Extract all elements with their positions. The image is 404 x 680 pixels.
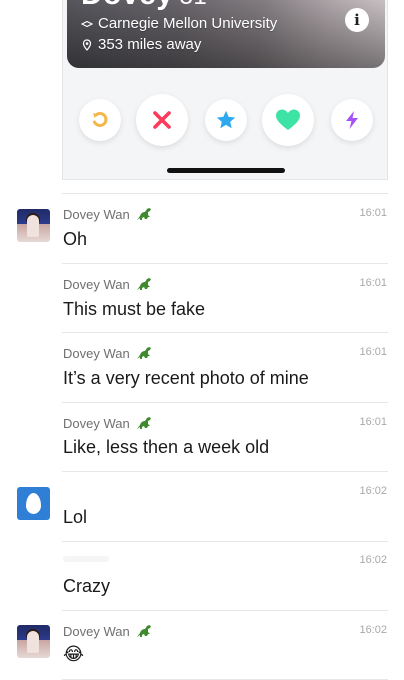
message-divider: [62, 263, 388, 264]
info-button[interactable]: i: [345, 8, 369, 32]
sender-row: Dovey Wan: [63, 624, 153, 639]
profile-age: 31: [180, 0, 208, 10]
sender-row: Dovey Wan: [63, 207, 153, 222]
sender-placeholder: [63, 556, 109, 562]
message-time: 16:02: [359, 554, 387, 566]
sender-name: Dovey Wan: [63, 277, 130, 292]
profile-name: Dovey31: [81, 0, 207, 12]
message-time: 16:01: [359, 207, 387, 219]
avatar[interactable]: [17, 625, 50, 658]
profile-photo: Dovey31 Carnegie Mellon University 353 m…: [67, 0, 385, 68]
lightning-icon: [346, 111, 358, 129]
school-icon: [81, 20, 93, 27]
message-divider: [62, 193, 388, 194]
message-time: 16:02: [359, 485, 387, 497]
sender-name: Dovey Wan: [63, 624, 130, 639]
dinosaur-emoji-icon: [136, 417, 151, 429]
dinosaur-emoji-icon: [136, 208, 151, 220]
home-indicator: [167, 168, 285, 173]
sender-row: Dovey Wan: [63, 416, 153, 431]
dinosaur-emoji-icon: [136, 278, 151, 290]
rewind-icon: [93, 112, 108, 127]
sender-name: Dovey Wan: [63, 207, 130, 222]
heart-icon: [276, 109, 300, 130]
distance-text: 353 miles away: [98, 36, 202, 53]
info-icon: i: [354, 11, 360, 29]
dinosaur-emoji-icon: [136, 347, 151, 359]
sender-row: Dovey Wan: [63, 346, 153, 361]
message-text: Oh: [63, 229, 88, 249]
avatar[interactable]: [17, 209, 50, 242]
message-divider: [62, 541, 388, 542]
message-divider: [62, 610, 388, 611]
dinosaur-emoji-icon: [136, 625, 151, 637]
close-icon: [153, 111, 171, 129]
default-egg-avatar-icon: [26, 493, 41, 514]
like-button[interactable]: [262, 94, 314, 146]
distance-row: 353 miles away: [81, 36, 201, 53]
message-time: 16:01: [359, 346, 387, 358]
location-pin-icon: [82, 38, 92, 51]
sender-name: Dovey Wan: [63, 346, 130, 361]
school-name: Carnegie Mellon University: [98, 15, 278, 32]
message-text: Crazy: [63, 576, 111, 596]
avatar[interactable]: [17, 487, 50, 520]
message-time: 16:01: [359, 416, 387, 428]
message-time: 16:02: [359, 624, 387, 636]
message-divider: [62, 402, 388, 403]
boost-button[interactable]: [331, 99, 373, 141]
message-text: 😂: [63, 644, 85, 664]
sender-name: Dovey Wan: [63, 416, 130, 431]
super-like-button[interactable]: [205, 99, 247, 141]
message-text: Lol: [63, 507, 88, 527]
star-icon: [216, 110, 236, 129]
message-text: It’s a very recent photo of mine: [63, 368, 309, 388]
message-time: 16:01: [359, 277, 387, 289]
message-divider: [62, 471, 388, 472]
school-row: Carnegie Mellon University: [81, 15, 277, 32]
message-text: Like, less then a week old: [63, 437, 270, 457]
nope-button[interactable]: [136, 94, 188, 146]
message-text: This must be fake: [63, 299, 206, 319]
profile-card-screenshot: Dovey31 Carnegie Mellon University 353 m…: [62, 0, 388, 180]
action-bar: [63, 94, 389, 146]
rewind-button[interactable]: [79, 99, 121, 141]
message-divider: [62, 332, 388, 333]
sender-row: Dovey Wan: [63, 277, 153, 292]
